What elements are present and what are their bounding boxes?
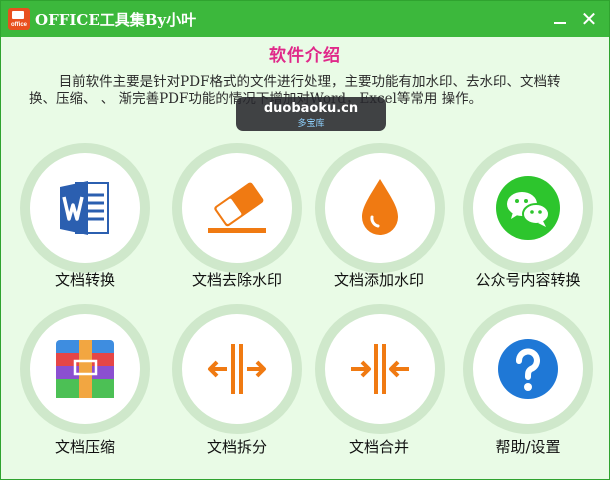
tool-split-button[interactable] <box>172 304 302 434</box>
merge-arrows-icon <box>351 344 409 394</box>
help-icon <box>498 339 558 399</box>
archive-box-icon <box>56 340 114 398</box>
tool-label[interactable]: 文档合并 <box>349 436 409 457</box>
office-logo-icon: office <box>8 8 30 30</box>
window-title: OFFICE工具集By小叶 <box>35 11 197 29</box>
tool-compress-button[interactable] <box>20 304 150 434</box>
minimize-icon <box>554 22 566 24</box>
eraser-icon <box>208 182 266 233</box>
tool-label[interactable]: 公众号内容转换 <box>475 269 580 290</box>
watermark-site: duobaoku.cn <box>263 101 359 116</box>
tool-add-watermark-button[interactable] <box>315 143 445 273</box>
logo-flag-shape <box>12 11 24 19</box>
tool-label[interactable]: 帮助/设置 <box>495 436 560 457</box>
tool-help-settings-button[interactable] <box>463 304 593 434</box>
close-icon: ✕ <box>580 7 598 31</box>
split-arrows-icon <box>208 344 266 394</box>
title-bar[interactable]: office OFFICE工具集By小叶 ✕ <box>1 1 609 37</box>
app-window: office OFFICE工具集By小叶 ✕ 软件介绍 目前软件主要是针对PDF… <box>0 0 610 480</box>
tool-remove-watermark-button[interactable] <box>172 143 302 273</box>
watermark-sub: 多宝库 <box>297 119 325 129</box>
tool-label[interactable]: 文档转换 <box>55 269 115 290</box>
water-drop-icon <box>362 179 398 235</box>
tool-label[interactable]: 文档去除水印 <box>192 269 282 290</box>
tool-convert-button[interactable] <box>20 143 150 273</box>
tool-merge-button[interactable] <box>315 304 445 434</box>
close-button[interactable]: ✕ <box>579 9 599 29</box>
site-watermark-overlay: duobaoku.cn 多宝库 <box>236 97 386 131</box>
tool-label[interactable]: 文档拆分 <box>207 436 267 457</box>
tool-label[interactable]: 文档压缩 <box>55 436 115 457</box>
tool-wechat-convert-button[interactable] <box>463 143 593 273</box>
intro-heading: 软件介绍 <box>269 46 341 66</box>
wechat-icon <box>496 176 560 240</box>
logo-text: office <box>10 22 27 28</box>
word-doc-icon <box>60 181 109 235</box>
tool-label[interactable]: 文档添加水印 <box>334 269 424 290</box>
minimize-button[interactable] <box>550 9 570 29</box>
